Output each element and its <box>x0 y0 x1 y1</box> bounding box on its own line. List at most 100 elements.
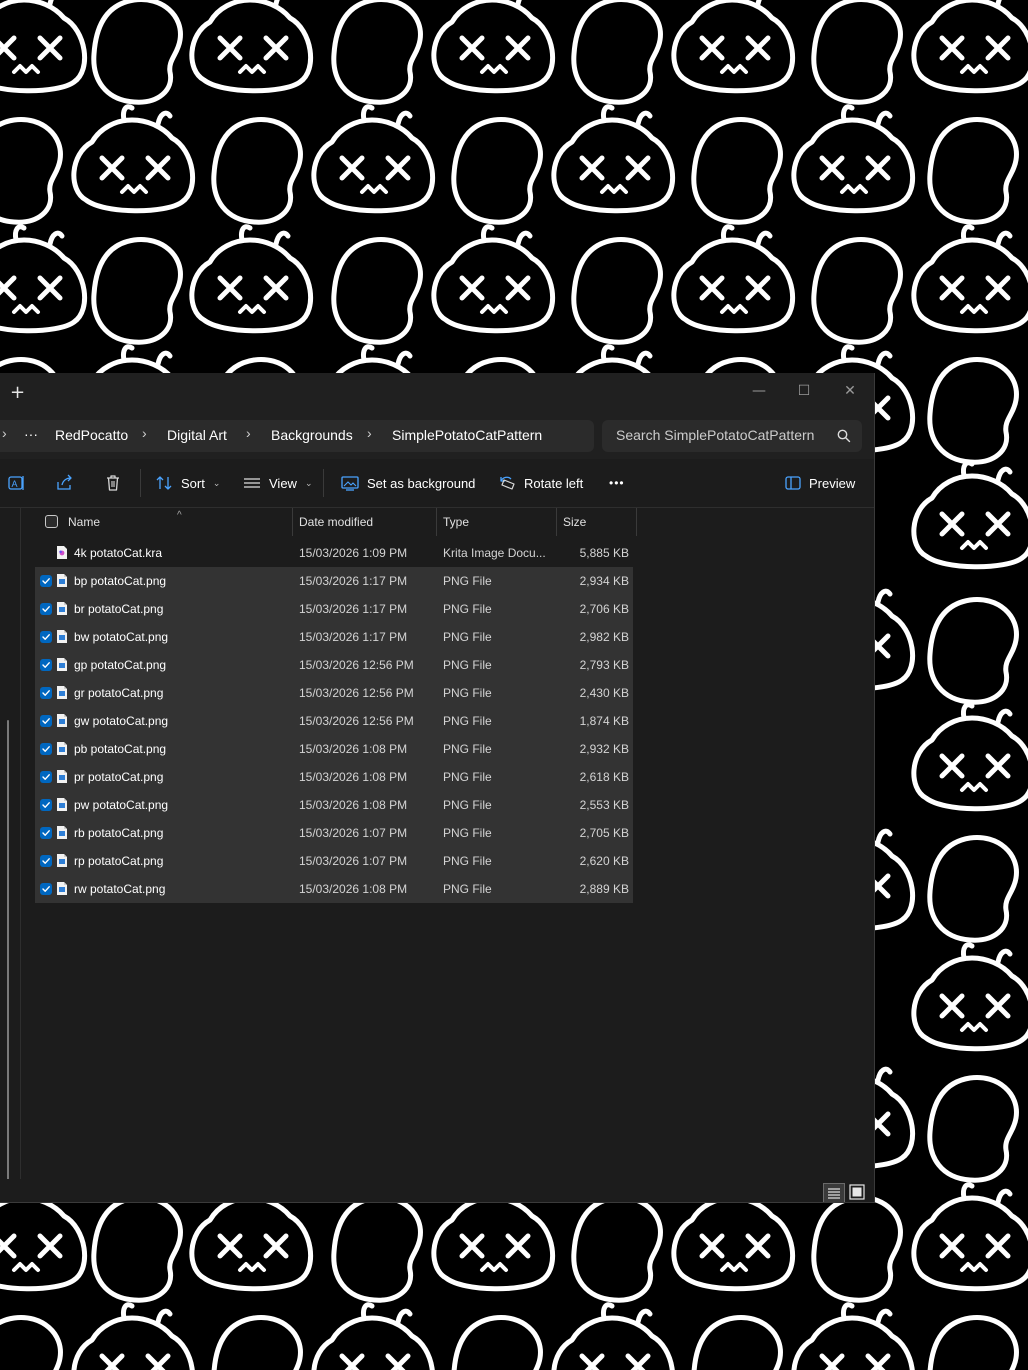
file-size: 2,706 KB <box>579 602 629 616</box>
row-checkbox-checked[interactable] <box>40 687 52 699</box>
file-size: 2,889 KB <box>579 882 629 896</box>
file-row[interactable]: rw potatoCat.png 15/03/2026 1:08 PM PNG Fi… <box>35 875 633 903</box>
file-row[interactable]: pw potatoCat.png 15/03/2026 1:08 PM PNG Fi… <box>35 791 633 819</box>
file-size: 2,982 KB <box>579 630 629 644</box>
row-checkbox-checked[interactable] <box>40 799 52 811</box>
preview-pane-icon <box>785 476 801 490</box>
close-button[interactable]: ✕ <box>836 379 864 403</box>
file-row[interactable]: bp potatoCat.png 15/03/2026 1:17 PM PNG Fi… <box>35 567 633 595</box>
file-date-modified: 15/03/2026 1:08 PM <box>299 742 408 756</box>
file-row[interactable]: gw potatoCat.png 15/03/2026 12:56 PM PNG F… <box>35 707 633 735</box>
file-row[interactable]: 4k potatoCat.kra 15/03/2026 1:09 PM Krita … <box>35 539 633 567</box>
breadcrumb[interactable]: › ··· RedPocatto › Digital Art › Backgro… <box>0 420 594 452</box>
checkmark-icon <box>42 634 50 640</box>
row-checkbox-checked[interactable] <box>40 827 52 839</box>
row-checkbox-checked[interactable] <box>40 603 52 615</box>
details-view-button[interactable] <box>823 1183 845 1202</box>
minimize-button[interactable]: — <box>745 379 773 403</box>
row-checkbox-checked[interactable] <box>40 743 52 755</box>
file-size: 2,793 KB <box>579 658 629 672</box>
file-size: 2,553 KB <box>579 798 629 812</box>
file-type: Krita Image Docu... <box>443 546 546 560</box>
preview-pane-button[interactable]: Preview <box>785 467 855 499</box>
maximize-button[interactable]: ☐ <box>790 379 818 403</box>
checkmark-icon <box>42 830 50 836</box>
file-explorer-window: + — ☐ ✕ › ··· RedPocatto › Digital Art ›… <box>0 373 875 1203</box>
chevron-down-icon: ⌄ <box>212 477 221 488</box>
file-date-modified: 15/03/2026 12:56 PM <box>299 686 414 700</box>
more-options-button[interactable]: ••• <box>609 467 625 499</box>
set-as-background-button[interactable]: Set as background <box>341 467 475 499</box>
row-checkbox-checked[interactable] <box>40 659 52 671</box>
search-input[interactable]: Search SimplePotatoCatPattern <box>602 420 862 452</box>
chevron-right-icon[interactable]: › <box>367 425 372 441</box>
share-icon[interactable] <box>55 473 75 493</box>
chevron-right-icon[interactable]: › <box>246 425 251 441</box>
row-checkbox-checked[interactable] <box>40 855 52 867</box>
breadcrumb-item-redpocatto[interactable]: RedPocatto <box>55 427 128 443</box>
desktop-background-icon <box>341 476 359 491</box>
rename-icon[interactable]: A <box>7 473 27 493</box>
breadcrumb-item-backgrounds[interactable]: Backgrounds <box>271 427 353 443</box>
file-row[interactable]: rb potatoCat.png 15/03/2026 1:07 PM PNG Fi… <box>35 819 633 847</box>
view-label: View <box>269 475 297 491</box>
file-name: bw potatoCat.png <box>74 630 169 644</box>
file-type: PNG File <box>443 770 492 784</box>
file-row[interactable]: br potatoCat.png 15/03/2026 1:17 PM PNG Fi… <box>35 595 633 623</box>
file-size: 5,885 KB <box>579 546 629 560</box>
column-type[interactable]: Type <box>437 508 557 536</box>
row-checkbox-checked[interactable] <box>40 771 52 783</box>
delete-icon[interactable] <box>103 473 123 493</box>
breadcrumb-item-current-folder[interactable]: SimplePotatoCatPattern <box>392 427 542 443</box>
column-name[interactable]: Name ^ <box>35 508 293 536</box>
file-row[interactable]: pr potatoCat.png 15/03/2026 1:08 PM PNG Fi… <box>35 763 633 791</box>
rotate-left-button[interactable]: Rotate left <box>498 467 583 499</box>
row-checkbox-checked[interactable] <box>40 883 52 895</box>
sort-button[interactable]: Sort ⌄ <box>155 467 220 499</box>
file-name: rb potatoCat.png <box>74 826 164 840</box>
search-placeholder: Search SimplePotatoCatPattern <box>616 427 815 443</box>
file-size: 2,705 KB <box>579 826 629 840</box>
new-tab-button[interactable]: + <box>10 383 30 403</box>
column-header: Name ^ Date modified Type Size <box>20 508 637 536</box>
krita-file-icon <box>57 546 67 559</box>
row-checkbox-checked[interactable] <box>40 631 52 643</box>
search-icon[interactable] <box>836 428 852 444</box>
file-type: PNG File <box>443 742 492 756</box>
file-row[interactable]: gr potatoCat.png 15/03/2026 12:56 PM PNG F… <box>35 679 633 707</box>
checkmark-icon <box>42 746 50 752</box>
toolbar-divider <box>323 469 324 497</box>
file-date-modified: 15/03/2026 1:17 PM <box>299 574 408 588</box>
column-date-modified[interactable]: Date modified <box>293 508 437 536</box>
checkmark-icon <box>42 774 50 780</box>
status-bar <box>0 1179 874 1202</box>
column-size[interactable]: Size <box>557 508 637 536</box>
file-date-modified: 15/03/2026 12:56 PM <box>299 658 414 672</box>
navigation-scrollbar[interactable] <box>7 720 9 1202</box>
file-date-modified: 15/03/2026 1:08 PM <box>299 882 408 896</box>
file-row[interactable]: gp potatoCat.png 15/03/2026 12:56 PM PNG F… <box>35 651 633 679</box>
breadcrumb-item-digital-art[interactable]: Digital Art <box>167 427 227 443</box>
file-row[interactable]: bw potatoCat.png 15/03/2026 1:17 PM PNG Fi… <box>35 623 633 651</box>
png-file-icon <box>57 882 67 895</box>
chevron-right-icon[interactable]: › <box>142 425 147 441</box>
large-icons-view-button[interactable] <box>848 1183 866 1201</box>
row-checkbox-checked[interactable] <box>40 575 52 587</box>
png-file-icon <box>57 658 67 671</box>
file-name: pw potatoCat.png <box>74 798 169 812</box>
file-row[interactable]: rp potatoCat.png 15/03/2026 1:07 PM PNG Fi… <box>35 847 633 875</box>
view-icon <box>244 478 260 488</box>
view-button[interactable]: View ⌄ <box>243 467 313 499</box>
navigation-pane[interactable] <box>0 508 21 1202</box>
file-row[interactable]: pb potatoCat.png 15/03/2026 1:08 PM PNG Fi… <box>35 735 633 763</box>
file-date-modified: 15/03/2026 1:08 PM <box>299 770 408 784</box>
file-type: PNG File <box>443 854 492 868</box>
png-file-icon <box>57 854 67 867</box>
svg-text:A: A <box>12 479 18 489</box>
file-size: 2,932 KB <box>579 742 629 756</box>
file-name: gp potatoCat.png <box>74 658 167 672</box>
row-checkbox-checked[interactable] <box>40 715 52 727</box>
file-size: 2,620 KB <box>579 854 629 868</box>
breadcrumb-overflow-button[interactable]: ··· <box>24 426 38 442</box>
file-list: Name ^ Date modified Type Size 4k potato… <box>20 508 874 1168</box>
